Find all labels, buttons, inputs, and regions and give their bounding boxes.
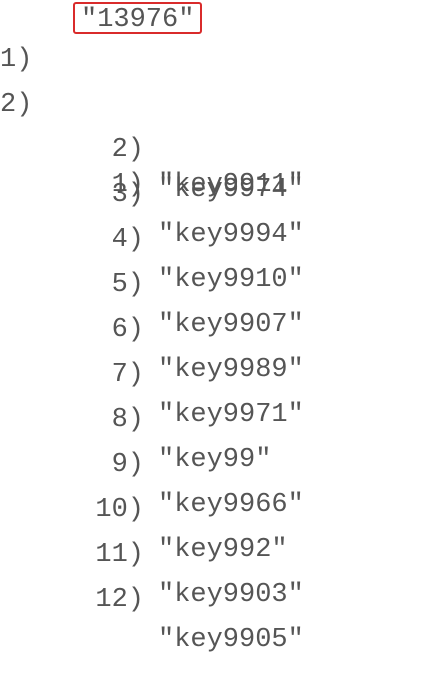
key-item-index: 6) xyxy=(111,315,144,345)
key-item-index: 9) xyxy=(111,450,144,480)
key-item: 4) "key9910" xyxy=(0,180,304,295)
key-item-index: 5) xyxy=(111,270,144,300)
key-item: 12) "key9905" xyxy=(0,540,303,655)
reply-line-keys: 2) 1) "key9911" xyxy=(0,45,304,200)
key-item: 7) "key9971" xyxy=(0,315,304,430)
key-item-value: "key99" xyxy=(158,445,272,475)
terminal-output: 1) "13976" 2) 1) "key9911" 2) "key9974" … xyxy=(0,0,431,655)
key-item-index: 3) xyxy=(111,180,144,210)
key-item-value: "key9910" xyxy=(158,265,304,295)
key-item-index: 4) xyxy=(111,225,144,255)
key-item-index: 8) xyxy=(111,405,144,435)
key-item: 8) "key99" xyxy=(0,360,272,475)
key-item: 6) "key9989" xyxy=(0,270,304,385)
key-item: 9) "key9966" xyxy=(0,405,304,520)
key-item: 5) "key9907" xyxy=(0,225,304,340)
key-item-value: "key9974" xyxy=(158,175,304,205)
key-item-index: 2) xyxy=(111,135,144,165)
key-item-index: 7) xyxy=(111,360,144,390)
key-item-value: "key9966" xyxy=(158,490,304,520)
reply-line-cursor: 1) "13976" xyxy=(0,0,203,75)
key-item-value: "key9903" xyxy=(158,580,304,610)
key-item-value: "key9905" xyxy=(158,625,304,655)
key-item-index: 11) xyxy=(95,540,144,570)
key-item-index: 12) xyxy=(95,585,144,615)
key-item-value: "key992" xyxy=(158,535,288,565)
key-item: 11) "key9903" xyxy=(0,495,303,610)
key-item-value: "key9907" xyxy=(158,310,304,340)
key-item: 3) "key9994" xyxy=(0,135,304,250)
key-item-value: "key9971" xyxy=(158,400,304,430)
key-item-value: "key9989" xyxy=(158,355,304,385)
key-item: 10) "key992" xyxy=(0,450,287,565)
cursor-value-highlighted: "13976" xyxy=(73,2,203,35)
key-item-value: "key9994" xyxy=(158,220,304,250)
key-item-index: 10) xyxy=(95,495,144,525)
key-item: 2) "key9974" xyxy=(0,90,304,205)
